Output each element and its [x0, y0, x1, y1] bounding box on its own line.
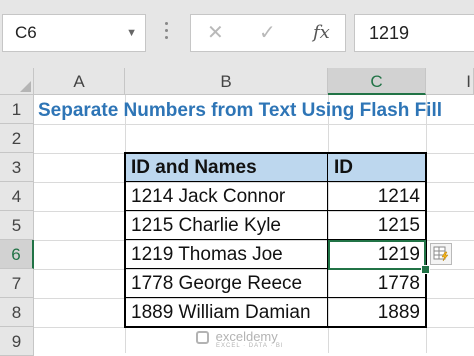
name-box-value: C6 [15, 23, 37, 42]
name-box[interactable]: C6 ▼ [2, 14, 146, 52]
dropdown-icon[interactable]: ▼ [126, 15, 137, 51]
row-header-3[interactable]: 3 [0, 153, 34, 182]
row-header-8[interactable]: 8 [0, 298, 34, 327]
formula-value: 1219 [369, 23, 410, 43]
row-header-6[interactable]: 6 [0, 240, 34, 269]
watermark-tagline: EXCEL · DATA · BI [216, 343, 284, 349]
row-header-7[interactable]: 7 [0, 269, 34, 298]
column-header-a[interactable]: A [34, 68, 125, 95]
formula-input[interactable]: 1219 [354, 14, 474, 52]
table-border [124, 152, 426, 154]
row-header-9[interactable]: 9 [0, 327, 34, 356]
formula-bar-area: C6 ▼ ✕ ✓ fx 1219 [0, 0, 474, 68]
select-all-button[interactable] [0, 68, 34, 95]
row-header-4[interactable]: 4 [0, 182, 34, 211]
flash-fill-options-icon[interactable] [430, 243, 452, 265]
column-header-b[interactable]: B [125, 68, 328, 95]
column-header-c[interactable]: C [328, 68, 426, 95]
table-cell-id[interactable]: 1778 [328, 269, 426, 298]
table-border [124, 181, 426, 182]
table-border [124, 210, 426, 211]
enter-icon[interactable]: ✓ [259, 15, 276, 51]
row-header-5[interactable]: 5 [0, 211, 34, 240]
exceldemy-logo-icon [196, 331, 209, 345]
watermark: exceldemy EXCEL · DATA · BI [196, 326, 283, 349]
sheet-title[interactable]: Separate Numbers from Text Using Flash F… [38, 96, 442, 125]
table-cell-name[interactable]: 1215 Charlie Kyle [125, 211, 328, 240]
row-header-1[interactable]: 1 [0, 95, 34, 124]
table-cell-id[interactable]: 1889 [328, 298, 426, 327]
cancel-icon[interactable]: ✕ [207, 15, 224, 51]
table-header-names[interactable]: ID and Names [125, 153, 328, 182]
fill-handle[interactable] [421, 265, 430, 274]
table-cell-name[interactable]: 1889 William Damian [125, 298, 328, 327]
table-border [124, 152, 126, 328]
table-cell-id[interactable]: 1215 [328, 211, 426, 240]
row-header-2[interactable]: 2 [0, 124, 34, 153]
table-cell-name[interactable]: 1219 Thomas Joe [125, 240, 328, 269]
formula-buttons: ✕ ✓ fx [190, 14, 346, 52]
table-cell-name[interactable]: 1778 George Reece [125, 269, 328, 298]
active-cell-selection[interactable] [328, 240, 426, 270]
table-header-id[interactable]: ID [328, 153, 426, 182]
drag-handle-icon[interactable] [164, 22, 170, 42]
table-cell-name[interactable]: 1214 Jack Connor [125, 182, 328, 211]
function-icon[interactable]: fx [313, 15, 330, 51]
column-header-d[interactable]: I [426, 68, 474, 95]
table-cell-id[interactable]: 1214 [328, 182, 426, 211]
table-border [124, 297, 426, 298]
